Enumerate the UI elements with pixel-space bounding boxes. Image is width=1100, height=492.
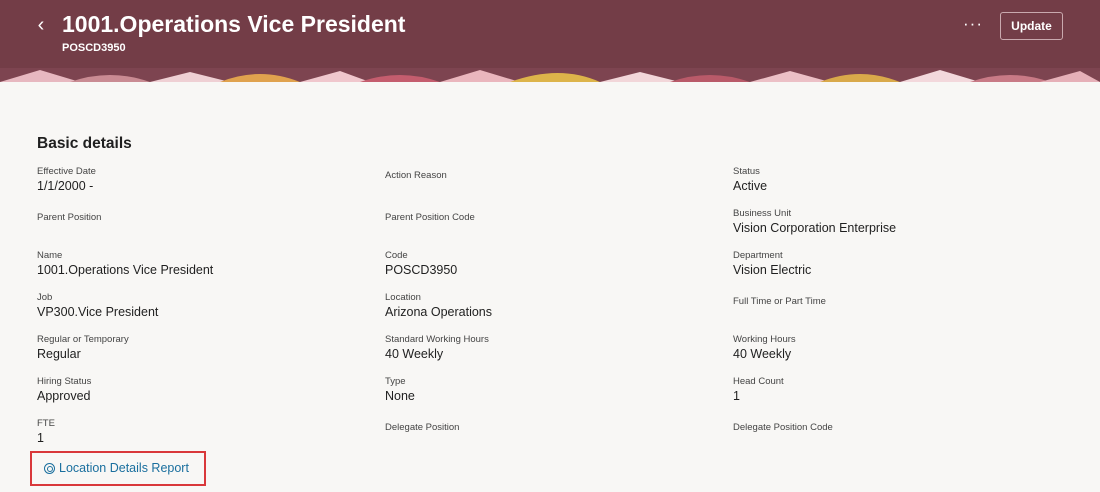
more-actions-icon[interactable]: ··· [960,13,986,39]
field-working-hours: Working Hours 40 Weekly [733,334,1077,376]
field-label: Working Hours [733,334,796,345]
field-parent-position-code: Parent Position Code [385,208,733,250]
field-department: Department Vision Electric [733,250,1077,292]
field-regular-or-temporary: Regular or Temporary Regular [37,334,385,376]
field-value: POSCD3950 [385,263,458,277]
page-title: 1001.Operations Vice President [62,11,406,37]
field-delegate-position: Delegate Position [385,418,733,460]
field-value: 1 [733,389,740,403]
field-label: FTE [37,418,55,429]
field-value: Arizona Operations [385,305,493,319]
field-value: Approved [37,389,91,403]
section-title: Basic details [37,135,132,152]
field-parent-position: Parent Position [37,208,385,250]
back-icon[interactable]: ‹ [30,13,52,37]
field-label: Full Time or Part Time [733,296,826,307]
field-value: VP300.Vice President [37,305,159,319]
field-label: Job [37,292,53,303]
field-label: Parent Position [37,212,102,223]
field-business-unit: Business Unit Vision Corporation Enterpri… [733,208,1077,250]
page-header: ‹ 1001.Operations Vice President POSCD39… [0,0,1100,82]
field-label: Action Reason [385,170,447,181]
field-value: Regular [37,347,81,361]
field-hiring-status: Hiring Status Approved [37,376,385,418]
field-value: 1/1/2000 - [37,179,94,193]
field-value: 40 Weekly [733,347,792,361]
field-value: 1 [37,431,44,445]
field-code: Code POSCD3950 [385,250,733,292]
field-head-count: Head Count 1 [733,376,1077,418]
update-button[interactable]: Update [1000,12,1063,40]
field-label: Name [37,250,63,261]
field-label: Effective Date [37,166,96,177]
field-value: 1001.Operations Vice President [37,263,214,277]
field-value: Vision Corporation Enterprise [733,221,897,235]
field-label: Status [733,166,760,177]
field-label: Regular or Temporary [37,334,129,345]
field-label: Standard Working Hours [385,334,489,345]
field-label: Type [385,376,406,387]
field-label: Code [385,250,408,261]
field-status: Status Active [733,166,1077,208]
field-delegate-position-code: Delegate Position Code [733,418,1077,460]
field-job: Job VP300.Vice President [37,292,385,334]
field-label: Business Unit [733,208,792,219]
field-label: Parent Position Code [385,212,475,223]
field-type: Type None [385,376,733,418]
location-details-report-link[interactable]: Location Details Report [44,461,189,475]
field-location: Location Arizona Operations [385,292,733,334]
header-decorative-pattern [0,68,1100,82]
report-icon [44,462,55,474]
basic-details-grid: Effective Date 1/1/2000 - Action Reason Sta… [37,166,1077,460]
field-value: 40 Weekly [385,347,444,361]
field-label: Delegate Position [385,422,460,433]
field-label: Department [733,250,783,261]
link-label: Location Details Report [59,461,189,475]
field-label: Delegate Position Code [733,422,833,433]
field-effective-date: Effective Date 1/1/2000 - [37,166,385,208]
field-label: Location [385,292,421,303]
field-action-reason: Action Reason [385,166,733,208]
page-subtitle: POSCD3950 [62,42,126,54]
field-full-time-or-part-time: Full Time or Part Time [733,292,1077,334]
field-standard-working-hours: Standard Working Hours 40 Weekly [385,334,733,376]
field-label: Head Count [733,376,784,387]
field-value: None [385,389,415,403]
field-label: Hiring Status [37,376,92,387]
field-value: Active [733,179,768,193]
field-value: Vision Electric [733,263,812,277]
field-name: Name 1001.Operations Vice President [37,250,385,292]
